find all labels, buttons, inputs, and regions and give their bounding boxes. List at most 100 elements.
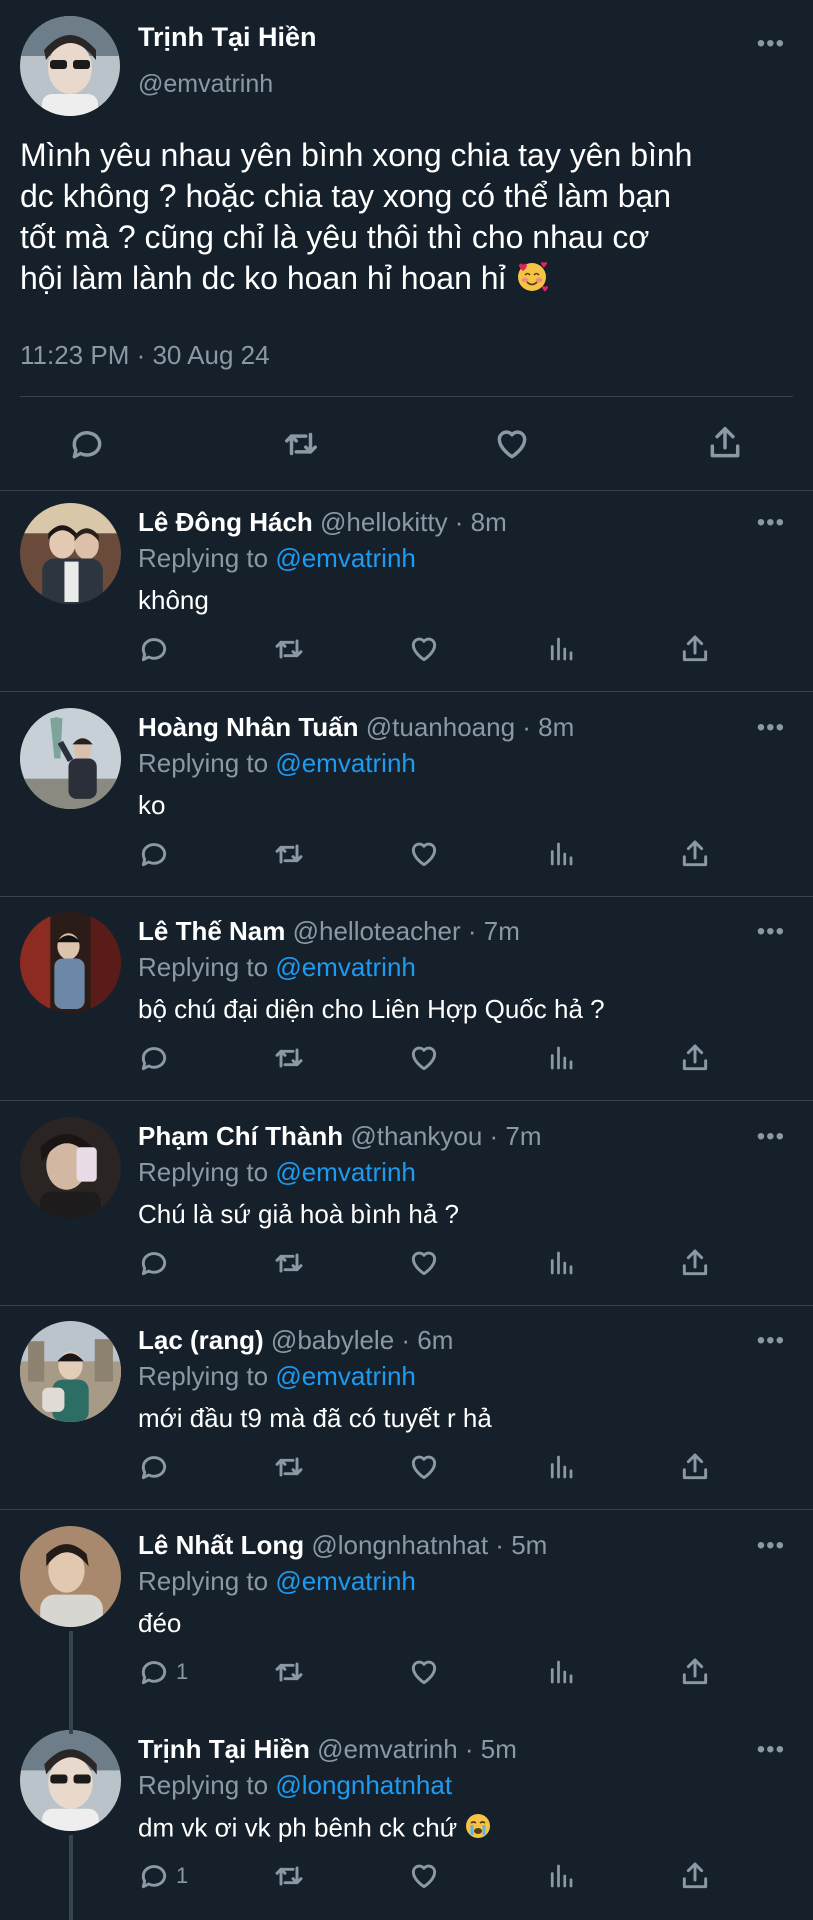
- reply-icon[interactable]: [138, 1247, 176, 1279]
- retweet-icon[interactable]: [272, 1860, 306, 1892]
- share-icon[interactable]: [679, 632, 711, 666]
- reply-tweet[interactable]: Lê Nhất Long @longnhatnhat · 5m ••• Replyi…: [0, 1514, 813, 1718]
- retweet-icon[interactable]: [272, 1656, 306, 1688]
- reply-header: Lê Nhất Long @longnhatnhat · 5m: [138, 1530, 547, 1561]
- replying-to: Replying to @emvatrinh: [138, 748, 416, 779]
- stats-icon[interactable]: [546, 839, 576, 869]
- avatar[interactable]: [20, 1321, 121, 1422]
- reply-icon[interactable]: 1: [138, 1656, 188, 1688]
- loudly-crying-face-icon: [464, 1812, 492, 1847]
- reply-tweet[interactable]: Phạm Chí Thành @thankyou · 7m ••• Replying…: [0, 1105, 813, 1309]
- thread-connector: [69, 1631, 73, 1734]
- replying-to: Replying to @emvatrinh: [138, 1361, 416, 1392]
- reply-text: dm vk ơi vk ph bênh ck chứ: [138, 1812, 492, 1847]
- more-options-icon[interactable]: •••: [757, 1736, 785, 1764]
- avatar[interactable]: [20, 1730, 121, 1831]
- replying-to-label: Replying to: [138, 1361, 269, 1391]
- author-name[interactable]: Trịnh Tại Hiền: [138, 22, 317, 53]
- reply-author-name[interactable]: Lê Nhất Long: [138, 1530, 304, 1560]
- reply-author-name[interactable]: Hoàng Nhân Tuấn: [138, 712, 359, 742]
- share-icon[interactable]: [679, 1246, 711, 1280]
- replying-to-label: Replying to: [138, 1770, 269, 1800]
- retweet-icon[interactable]: [281, 425, 321, 463]
- reply-icon[interactable]: [68, 425, 106, 463]
- share-icon[interactable]: [706, 423, 744, 463]
- reply-actions: 1: [0, 1656, 813, 1696]
- stats-icon[interactable]: [546, 1452, 576, 1482]
- reply-icon[interactable]: [138, 1451, 176, 1483]
- mention-link[interactable]: @longnhatnhat: [275, 1770, 452, 1800]
- more-options-icon[interactable]: •••: [757, 509, 785, 537]
- like-icon[interactable]: [408, 1860, 440, 1892]
- like-icon[interactable]: [408, 838, 440, 870]
- more-options-icon[interactable]: •••: [757, 1327, 785, 1355]
- reply-author-name[interactable]: Lê Đông Hách: [138, 507, 313, 537]
- more-options-icon[interactable]: •••: [757, 1123, 785, 1151]
- divider: [20, 396, 793, 397]
- stats-icon[interactable]: [546, 634, 576, 664]
- like-icon[interactable]: [408, 1451, 440, 1483]
- reply-icon[interactable]: 1: [138, 1860, 188, 1892]
- reply-meta: @longnhatnhat · 5m: [311, 1529, 548, 1560]
- share-icon[interactable]: [679, 1859, 711, 1893]
- mention-link[interactable]: @emvatrinh: [275, 952, 416, 982]
- reply-author-name[interactable]: Trịnh Tại Hiền: [138, 1734, 310, 1764]
- retweet-icon[interactable]: [272, 633, 306, 665]
- share-icon[interactable]: [679, 1450, 711, 1484]
- avatar[interactable]: [20, 912, 121, 1013]
- mention-link[interactable]: @emvatrinh: [275, 1361, 416, 1391]
- reply-icon[interactable]: [138, 1042, 176, 1074]
- like-icon[interactable]: [408, 1247, 440, 1279]
- reply-count: 1: [176, 1658, 189, 1684]
- mention-link[interactable]: @emvatrinh: [275, 1157, 416, 1187]
- more-options-icon[interactable]: •••: [757, 30, 785, 58]
- replying-to: Replying to @emvatrinh: [138, 952, 416, 983]
- reply-tweet[interactable]: Lê Đông Hách @hellokitty · 8m ••• Replying…: [0, 491, 813, 695]
- replying-to-label: Replying to: [138, 1565, 269, 1596]
- reply-author-name[interactable]: Lạc (rang): [138, 1325, 264, 1355]
- share-icon[interactable]: [679, 1655, 711, 1689]
- mention-link[interactable]: @emvatrinh: [275, 1566, 416, 1596]
- reply-text-content: ko: [138, 789, 166, 820]
- retweet-icon[interactable]: [272, 1247, 306, 1279]
- stats-icon[interactable]: [546, 1657, 576, 1687]
- reply-tweet[interactable]: Lê Thế Nam @helloteacher · 7m ••• Replying…: [0, 900, 813, 1104]
- reply-meta: @hellokitty · 8m: [320, 507, 507, 537]
- like-icon[interactable]: [408, 1042, 440, 1074]
- mention-link[interactable]: @emvatrinh: [275, 748, 416, 778]
- more-options-icon[interactable]: •••: [757, 918, 785, 946]
- stats-icon[interactable]: [546, 1861, 576, 1891]
- tweet-thread-page: Trịnh Tại Hiền @emvatrinh ••• Mình yêu n…: [0, 0, 813, 1920]
- reply-author-name[interactable]: Phạm Chí Thành: [138, 1121, 343, 1151]
- reply-tweet[interactable]: Hoàng Nhân Tuấn @tuanhoang · 8m ••• Replyi…: [0, 696, 813, 900]
- mention-link[interactable]: @emvatrinh: [275, 543, 416, 573]
- share-icon[interactable]: [679, 837, 711, 871]
- stats-icon[interactable]: [546, 1248, 576, 1278]
- more-options-icon[interactable]: •••: [757, 1532, 785, 1560]
- retweet-icon[interactable]: [272, 1042, 306, 1074]
- retweet-icon[interactable]: [272, 1451, 306, 1483]
- author-handle[interactable]: @emvatrinh: [138, 70, 273, 99]
- reply-header: Trịnh Tại Hiền @emvatrinh · 5m: [138, 1734, 517, 1765]
- retweet-icon[interactable]: [272, 838, 306, 870]
- avatar[interactable]: [20, 707, 121, 809]
- reply-icon[interactable]: [138, 633, 176, 665]
- more-options-icon[interactable]: •••: [757, 714, 785, 742]
- reply-tweet[interactable]: Lạc (rang) @babylele · 6m ••• Replying to …: [0, 1309, 813, 1513]
- avatar[interactable]: [20, 503, 121, 604]
- tweet-timestamp[interactable]: 11:23 PM · 30 Aug 24: [20, 340, 270, 371]
- like-icon[interactable]: [408, 633, 440, 665]
- reply-actions: [0, 633, 813, 673]
- like-icon[interactable]: [408, 1656, 440, 1688]
- reply-header: Lê Thế Nam @helloteacher · 7m: [138, 916, 520, 947]
- share-icon[interactable]: [679, 1041, 711, 1075]
- avatar[interactable]: [20, 1525, 121, 1627]
- reply-author-name[interactable]: Lê Thế Nam: [138, 916, 285, 946]
- reply-icon[interactable]: [138, 838, 176, 870]
- avatar[interactable]: [20, 1116, 121, 1218]
- reply-tweet[interactable]: Trịnh Tại Hiền @emvatrinh · 5m ••• Replyin…: [0, 1718, 813, 1920]
- stats-icon[interactable]: [546, 1043, 576, 1073]
- avatar[interactable]: [20, 16, 120, 116]
- reply-text-content: dm vk ơi vk ph bênh ck chứ: [138, 1812, 458, 1843]
- like-icon[interactable]: [493, 425, 531, 463]
